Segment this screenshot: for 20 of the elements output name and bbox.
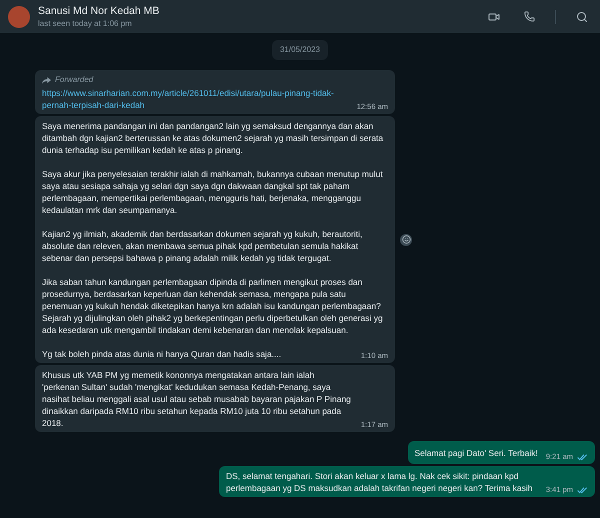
avatar[interactable]	[8, 6, 30, 28]
message-text: Yg tak boleh pinda atas dunia ni hanya Quran dan hadis saja....	[42, 348, 282, 360]
contact-name[interactable]: Sanusi Md Nor Kedah MB	[38, 4, 476, 18]
forwarded-label: Forwarded	[55, 74, 94, 86]
message-text: Kajian2 yg ilmiah, akademik dan berdasarkan dokumen sejarah yg kukuh, berautoriti, absolute dan releven, akan membawa semua pihak kpd pembetulan semula hakikat sebenar dan persepsi bahawa p pinang adalah milik kedah yg tidak tergugat.	[42, 228, 364, 264]
message-text: Jika saban tahun kandungan perlembagaan dipinda di parlimen mengikut proses dan prosedurnya, berdasarkan keperluan dan kehendak semasa, mengapa pula satu penemuan yg kukuh hendak diketepikan hanya krn adalah isu kandungan perlembagaan? Sejarah yg dijulingkan oleh pihak2 yg berkepentingan perlu diperbetulkan oleh generasi yg ada kesedaran utk mengambil tindakan demi kebenaran dan menolak kepalsuan.	[42, 276, 384, 336]
smiley-icon	[402, 235, 410, 244]
message-text: Saya menerima pandangan ini dan pandangan2 lain yg semaksud dengannya dan akan ditambah dgn kajian2 berterussan ke atas dokumen2 sejarah yg masih tersimpan di serata dunia terhadap isu pemilikan kedah ke atas p pinang.	[42, 120, 384, 156]
article-link[interactable]: https://www.sinarharian.com.my/article/261011/edisi/utara/pulau-pinang-tidak-pernah-terpisah-dari-kedah	[42, 87, 349, 111]
message-text: Saya akur jika penyelesaian terakhir ialah di mahkamah, bukannya cubaan menutup mulut saya atau sesiapa sahaja yg selari dgn saya dgn dakwaan dangkal spt tak paham perlembagaan, mempertikai perlembagaan, mengguris hati, berjenaka, mengganggu kedaulatan mrk dan seumpamanya.	[42, 168, 384, 216]
date-chip: 31/05/2023	[272, 40, 328, 60]
video-camera-icon	[488, 10, 500, 22]
emoji-reaction-button[interactable]	[400, 234, 412, 246]
message-text: Selamat pagi Dato' Seri. Terbaik!	[414, 447, 538, 460]
phone-icon	[524, 11, 535, 22]
search-icon	[576, 10, 588, 22]
last-seen-status: last seen today at 1:06 pm	[38, 18, 133, 28]
forward-arrow-icon	[42, 76, 51, 84]
message-text: DS, selamat tengahari. Stori akan keluar x lama lg. Nak cek sikit: pindaan kpd perlembagaan yg DS maksudkan adalah takrifan negeri negeri kan? Terima kasih	[226, 470, 534, 494]
message-text: Khusus utk YAB PM yg memetik kononnya mengatakan antara lain ialah 'perkenan Sultan' sudah 'mengikat' kedudukan semasa Kedah-Penang, saya nasihat beliau menggali asal usul atau sebab musabab bayaran pajakan P Pinang dinaikkan daripada RM10 ribu setahun kepada RM10 juta 10 ribu setahun pada 2018.	[42, 369, 352, 429]
